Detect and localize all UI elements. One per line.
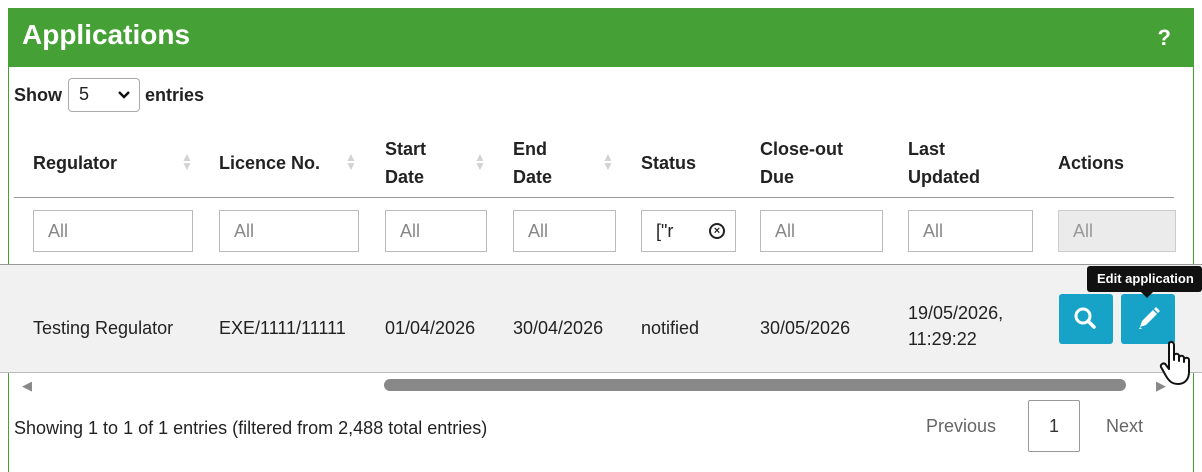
column-header-label: End	[513, 139, 547, 159]
filter-close-out-due-input[interactable]: All	[760, 210, 883, 252]
column-header-label: Date	[513, 167, 553, 187]
header-divider	[14, 197, 1174, 198]
tooltip-arrow	[1141, 292, 1153, 298]
edit-application-tooltip: Edit application	[1087, 266, 1202, 292]
column-header-status[interactable]: Status	[641, 149, 696, 177]
column-header-label: Updated	[908, 167, 980, 187]
column-header-end-date[interactable]: End Date	[513, 135, 552, 191]
cell-licence-no: EXE/1111/11111	[219, 318, 346, 338]
column-header-last-updated[interactable]: Last Updated	[908, 135, 980, 191]
show-label: Show	[14, 84, 62, 105]
panel-header: Applications ?	[9, 9, 1193, 67]
column-header-regulator[interactable]: Regulator	[33, 149, 117, 177]
column-header-actions: Actions	[1058, 149, 1124, 177]
cell-end-date: 30/04/2026	[513, 318, 604, 338]
filter-status-input[interactable]: ["r ×	[641, 210, 736, 252]
cell-start-date: 01/04/2026	[385, 318, 476, 338]
help-icon[interactable]: ?	[1158, 25, 1171, 51]
pagination-page-1[interactable]: 1	[1028, 400, 1080, 452]
entries-label: entries	[145, 84, 205, 105]
column-header-label: Last	[908, 139, 946, 159]
table-info: Showing 1 to 1 of 1 entries (filtered fr…	[14, 418, 488, 438]
filter-start-date-input[interactable]: All	[385, 210, 487, 252]
scrollbar-thumb[interactable]	[384, 379, 1126, 391]
filter-end-date-input[interactable]: All	[513, 210, 616, 252]
row-divider	[0, 372, 1202, 373]
cell-close-out-due: 30/05/2026	[760, 318, 851, 338]
column-header-label: Start	[385, 139, 427, 159]
pagination-next[interactable]: Next	[1106, 416, 1143, 437]
scroll-left-arrow-icon[interactable]: ◀	[22, 378, 32, 394]
column-header-label: Close-out	[760, 139, 843, 159]
filter-regulator-input[interactable]: All	[33, 210, 193, 252]
filter-licence-no-input[interactable]: All	[219, 210, 359, 252]
view-application-button[interactable]	[1059, 294, 1113, 344]
column-header-label: Due	[760, 167, 795, 187]
entries-select[interactable]: 5	[68, 78, 140, 112]
length-menu: Show 5 entries	[14, 78, 204, 112]
entries-select-value: 5	[79, 84, 90, 104]
search-icon	[1074, 307, 1096, 329]
edit-application-button[interactable]	[1121, 294, 1175, 344]
cell-last-updated-time: 11:29:22	[908, 329, 977, 349]
sort-icon: ▲ ▼	[474, 150, 486, 173]
panel-title: Applications	[22, 19, 191, 50]
cell-status: notified	[641, 318, 700, 338]
sort-icon: ▲ ▼	[602, 150, 614, 173]
cell-regulator: Testing Regulator	[33, 318, 174, 338]
clear-icon[interactable]: ×	[709, 223, 725, 239]
sort-icon: ▲ ▼	[345, 150, 357, 173]
hand-cursor-icon	[1158, 340, 1198, 393]
chevron-down-icon	[117, 83, 131, 112]
sort-icon: ▲ ▼	[181, 150, 193, 173]
cell-last-updated: 19/05/2026, 11:29:22	[908, 300, 1003, 352]
column-header-label: Status	[641, 153, 697, 173]
filter-last-updated-input[interactable]: All	[908, 210, 1033, 252]
column-header-start-date[interactable]: Start Date	[385, 135, 426, 191]
column-header-label: Date	[385, 167, 425, 187]
pencil-icon	[1139, 307, 1160, 329]
filter-status-value: ["r	[656, 221, 674, 241]
column-header-licence-no[interactable]: Licence No.	[219, 149, 320, 177]
cell-last-updated-date: 19/05/2026,	[908, 303, 1004, 323]
filter-actions-input: All	[1058, 210, 1176, 252]
pagination-previous[interactable]: Previous	[926, 416, 996, 437]
column-header-label: Actions	[1058, 153, 1125, 173]
column-header-label: Licence No.	[219, 153, 321, 173]
column-header-label: Regulator	[33, 153, 118, 173]
column-header-close-out-due[interactable]: Close-out Due	[760, 135, 843, 191]
